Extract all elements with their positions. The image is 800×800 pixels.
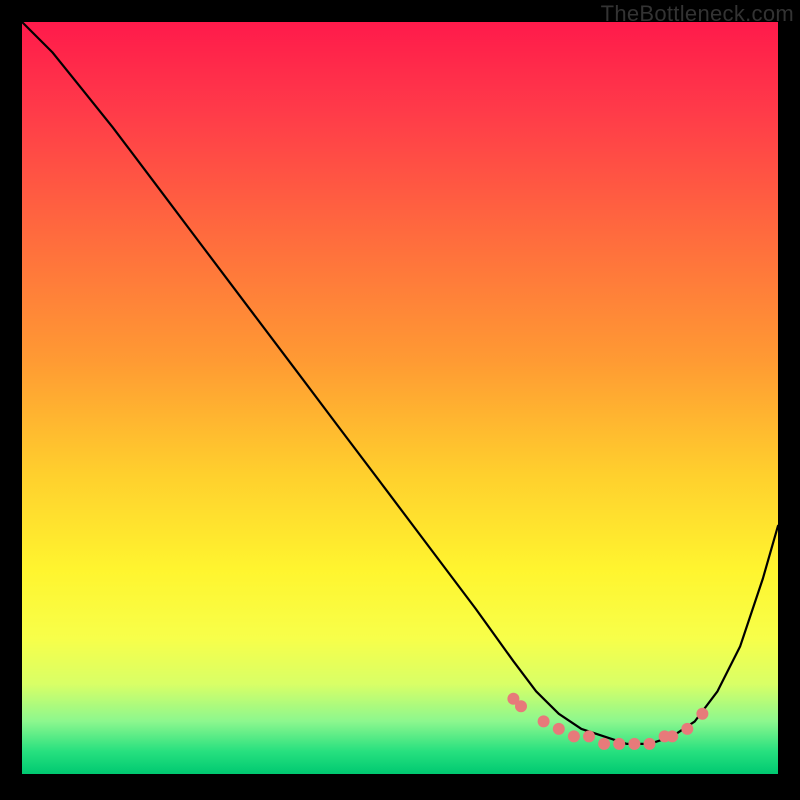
marker-dot xyxy=(628,738,640,750)
plot-area xyxy=(22,22,778,774)
marker-dot xyxy=(538,715,550,727)
marker-dot xyxy=(583,730,595,742)
marker-dot xyxy=(696,708,708,720)
marker-dot xyxy=(598,738,610,750)
marker-dot xyxy=(644,738,656,750)
marker-dot xyxy=(568,730,580,742)
chart-frame: TheBottleneck.com xyxy=(0,0,800,800)
marker-dot xyxy=(515,700,527,712)
marker-dot xyxy=(553,723,565,735)
marker-dot xyxy=(666,730,678,742)
marker-dot xyxy=(613,738,625,750)
chart-svg xyxy=(22,22,778,774)
marker-dot xyxy=(681,723,693,735)
